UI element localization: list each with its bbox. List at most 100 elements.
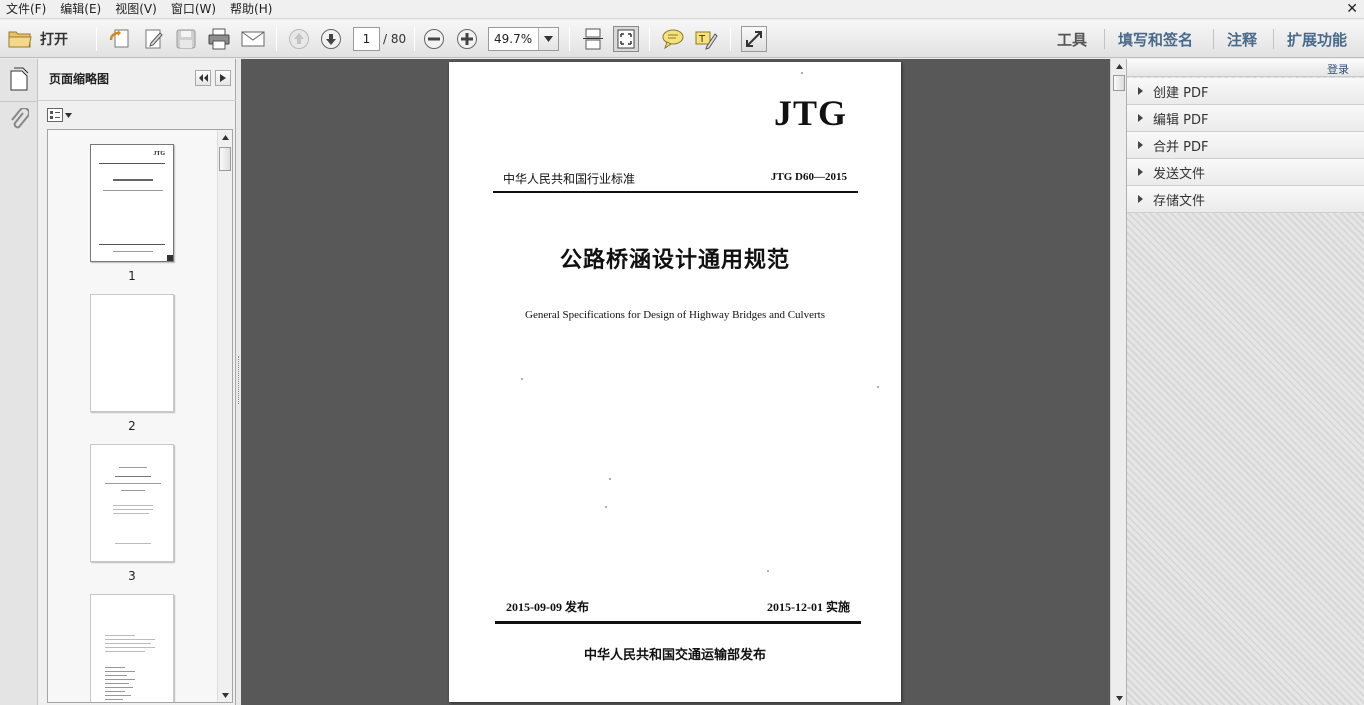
tools-link[interactable]: 工具: [1057, 29, 1087, 50]
menu-edit[interactable]: 编辑(E): [53, 0, 108, 19]
close-icon[interactable]: ✕: [1346, 0, 1358, 19]
organize-button[interactable]: [107, 26, 133, 52]
print-button[interactable]: [206, 26, 232, 52]
open-button[interactable]: 打开: [8, 26, 68, 52]
folder-icon: [8, 31, 32, 48]
envelope-icon: [241, 31, 265, 47]
edit-document-button[interactable]: [141, 26, 167, 52]
thumbnail-options-menu[interactable]: [47, 107, 72, 123]
scan-speck: [521, 378, 523, 380]
scroll-mode-button[interactable]: [580, 26, 606, 52]
printer-icon: [208, 28, 230, 50]
header-rule: [493, 191, 858, 193]
scroll-down-icon[interactable]: [1111, 691, 1127, 705]
minus-circle-icon: [424, 29, 444, 49]
zoom-select[interactable]: 49.7%: [488, 27, 559, 51]
expand-triangle-icon: [1138, 87, 1143, 95]
document-viewport[interactable]: JTG 中华人民共和国行业标准 JTG D60—2015 公路桥涵设计通用规范 …: [241, 59, 1110, 705]
page-arrow-icon: [109, 29, 129, 48]
thumbnail-list: JTG 1 2 3: [47, 129, 233, 703]
highlight-button[interactable]: T: [693, 26, 719, 52]
chevron-right-icon: [220, 74, 226, 82]
thumbnail-page-1[interactable]: JTG: [90, 144, 174, 262]
send-file-item[interactable]: 发送文件: [1127, 159, 1364, 186]
save-button[interactable]: [173, 26, 199, 52]
fit-page-button[interactable]: [613, 26, 639, 52]
menu-window[interactable]: 窗口(W): [164, 0, 223, 19]
expand-triangle-icon: [1138, 195, 1143, 203]
footer-rule: [495, 621, 861, 624]
document-header-right: JTG D60—2015: [770, 171, 847, 183]
login-link[interactable]: 登录: [1327, 61, 1349, 77]
scan-speck: [877, 386, 879, 388]
scan-speck: [609, 478, 611, 480]
comment-button[interactable]: [660, 26, 686, 52]
menu-file[interactable]: 文件(F): [0, 0, 53, 19]
collapse-panel-button[interactable]: [195, 70, 211, 86]
scroll-down-icon[interactable]: [218, 688, 232, 702]
paperclip-icon: [11, 108, 29, 129]
scroll-thumb[interactable]: [219, 147, 231, 171]
floppy-disk-icon: [176, 29, 196, 49]
expand-arrows-icon: [746, 31, 762, 47]
document-logo: JTG: [773, 93, 847, 133]
task-pane-header: 登录: [1127, 59, 1364, 77]
create-pdf-item[interactable]: 创建 PDF: [1127, 78, 1364, 105]
link-separator: [1213, 29, 1214, 49]
scroll-thumb[interactable]: [1113, 75, 1125, 91]
page-icon: [10, 67, 29, 91]
arrow-up-circle-icon: [289, 29, 309, 49]
page-thumbnails-button[interactable]: [7, 66, 31, 92]
document-page: JTG 中华人民共和国行业标准 JTG D60—2015 公路桥涵设计通用规范 …: [449, 62, 901, 702]
document-scrollbar[interactable]: [1110, 59, 1126, 705]
previous-page-button[interactable]: [286, 26, 312, 52]
link-separator: [1104, 29, 1105, 49]
task-item-label: 编辑 PDF: [1153, 112, 1209, 128]
fill-sign-link[interactable]: 填写和签名: [1118, 29, 1193, 50]
thumbnail-page-3[interactable]: [90, 444, 174, 562]
task-item-label: 发送文件: [1153, 166, 1206, 182]
speech-bubble-icon: [662, 29, 684, 50]
zoom-out-button[interactable]: [421, 26, 447, 52]
fit-width-icon: [583, 28, 603, 50]
scroll-up-icon[interactable]: [1111, 59, 1127, 73]
page-number-input[interactable]: 1: [353, 27, 380, 51]
link-separator: [1273, 29, 1274, 49]
task-item-label: 合并 PDF: [1153, 139, 1209, 155]
navigation-strip: [0, 59, 38, 705]
toolbar-separator: [414, 27, 415, 51]
extend-link[interactable]: 扩展功能: [1287, 29, 1347, 50]
attachments-button[interactable]: [7, 107, 31, 133]
zoom-in-button[interactable]: [454, 26, 480, 52]
double-chevron-left-icon: [199, 74, 208, 82]
main-toolbar: 打开 1 / 80 49.7% T 工具 填写和签名 注释 扩展功能: [0, 20, 1364, 58]
thumbnail-scrollbar[interactable]: [217, 130, 232, 702]
thumbnail-page-2[interactable]: [90, 294, 174, 412]
merge-pdf-item[interactable]: 合并 PDF: [1127, 132, 1364, 159]
highlighter-icon: T: [695, 31, 718, 50]
expand-triangle-icon: [1138, 168, 1143, 176]
thumbnail-page-4[interactable]: [90, 594, 174, 702]
document-subtitle: General Specifications for Design of Hig…: [525, 309, 825, 321]
menu-view[interactable]: 视图(V): [108, 0, 164, 19]
expand-button[interactable]: [741, 26, 767, 52]
next-page-button[interactable]: [318, 26, 344, 52]
email-button[interactable]: [240, 26, 266, 52]
edit-pdf-item[interactable]: 编辑 PDF: [1127, 105, 1364, 132]
chevron-down-icon[interactable]: [538, 28, 558, 50]
panel-options-button[interactable]: [215, 70, 231, 86]
comment-link[interactable]: 注释: [1227, 29, 1257, 50]
scan-speck: [605, 506, 607, 508]
menu-bar: 文件(F) 编辑(E) 视图(V) 窗口(W) 帮助(H) ✕: [0, 0, 1364, 19]
scroll-up-icon[interactable]: [218, 130, 232, 144]
store-file-item[interactable]: 存储文件: [1127, 186, 1364, 213]
toolbar-separator: [276, 27, 277, 51]
menu-help[interactable]: 帮助(H): [223, 0, 279, 19]
zoom-value: 49.7%: [494, 32, 533, 46]
svg-text:T: T: [698, 34, 706, 45]
thumbnail-number: 2: [128, 419, 136, 433]
toolbar-separator: [730, 27, 731, 51]
toolbar-separator: [569, 27, 570, 51]
expand-triangle-icon: [1138, 114, 1143, 122]
thumbnail-panel-header: 页面缩略图: [38, 59, 236, 101]
